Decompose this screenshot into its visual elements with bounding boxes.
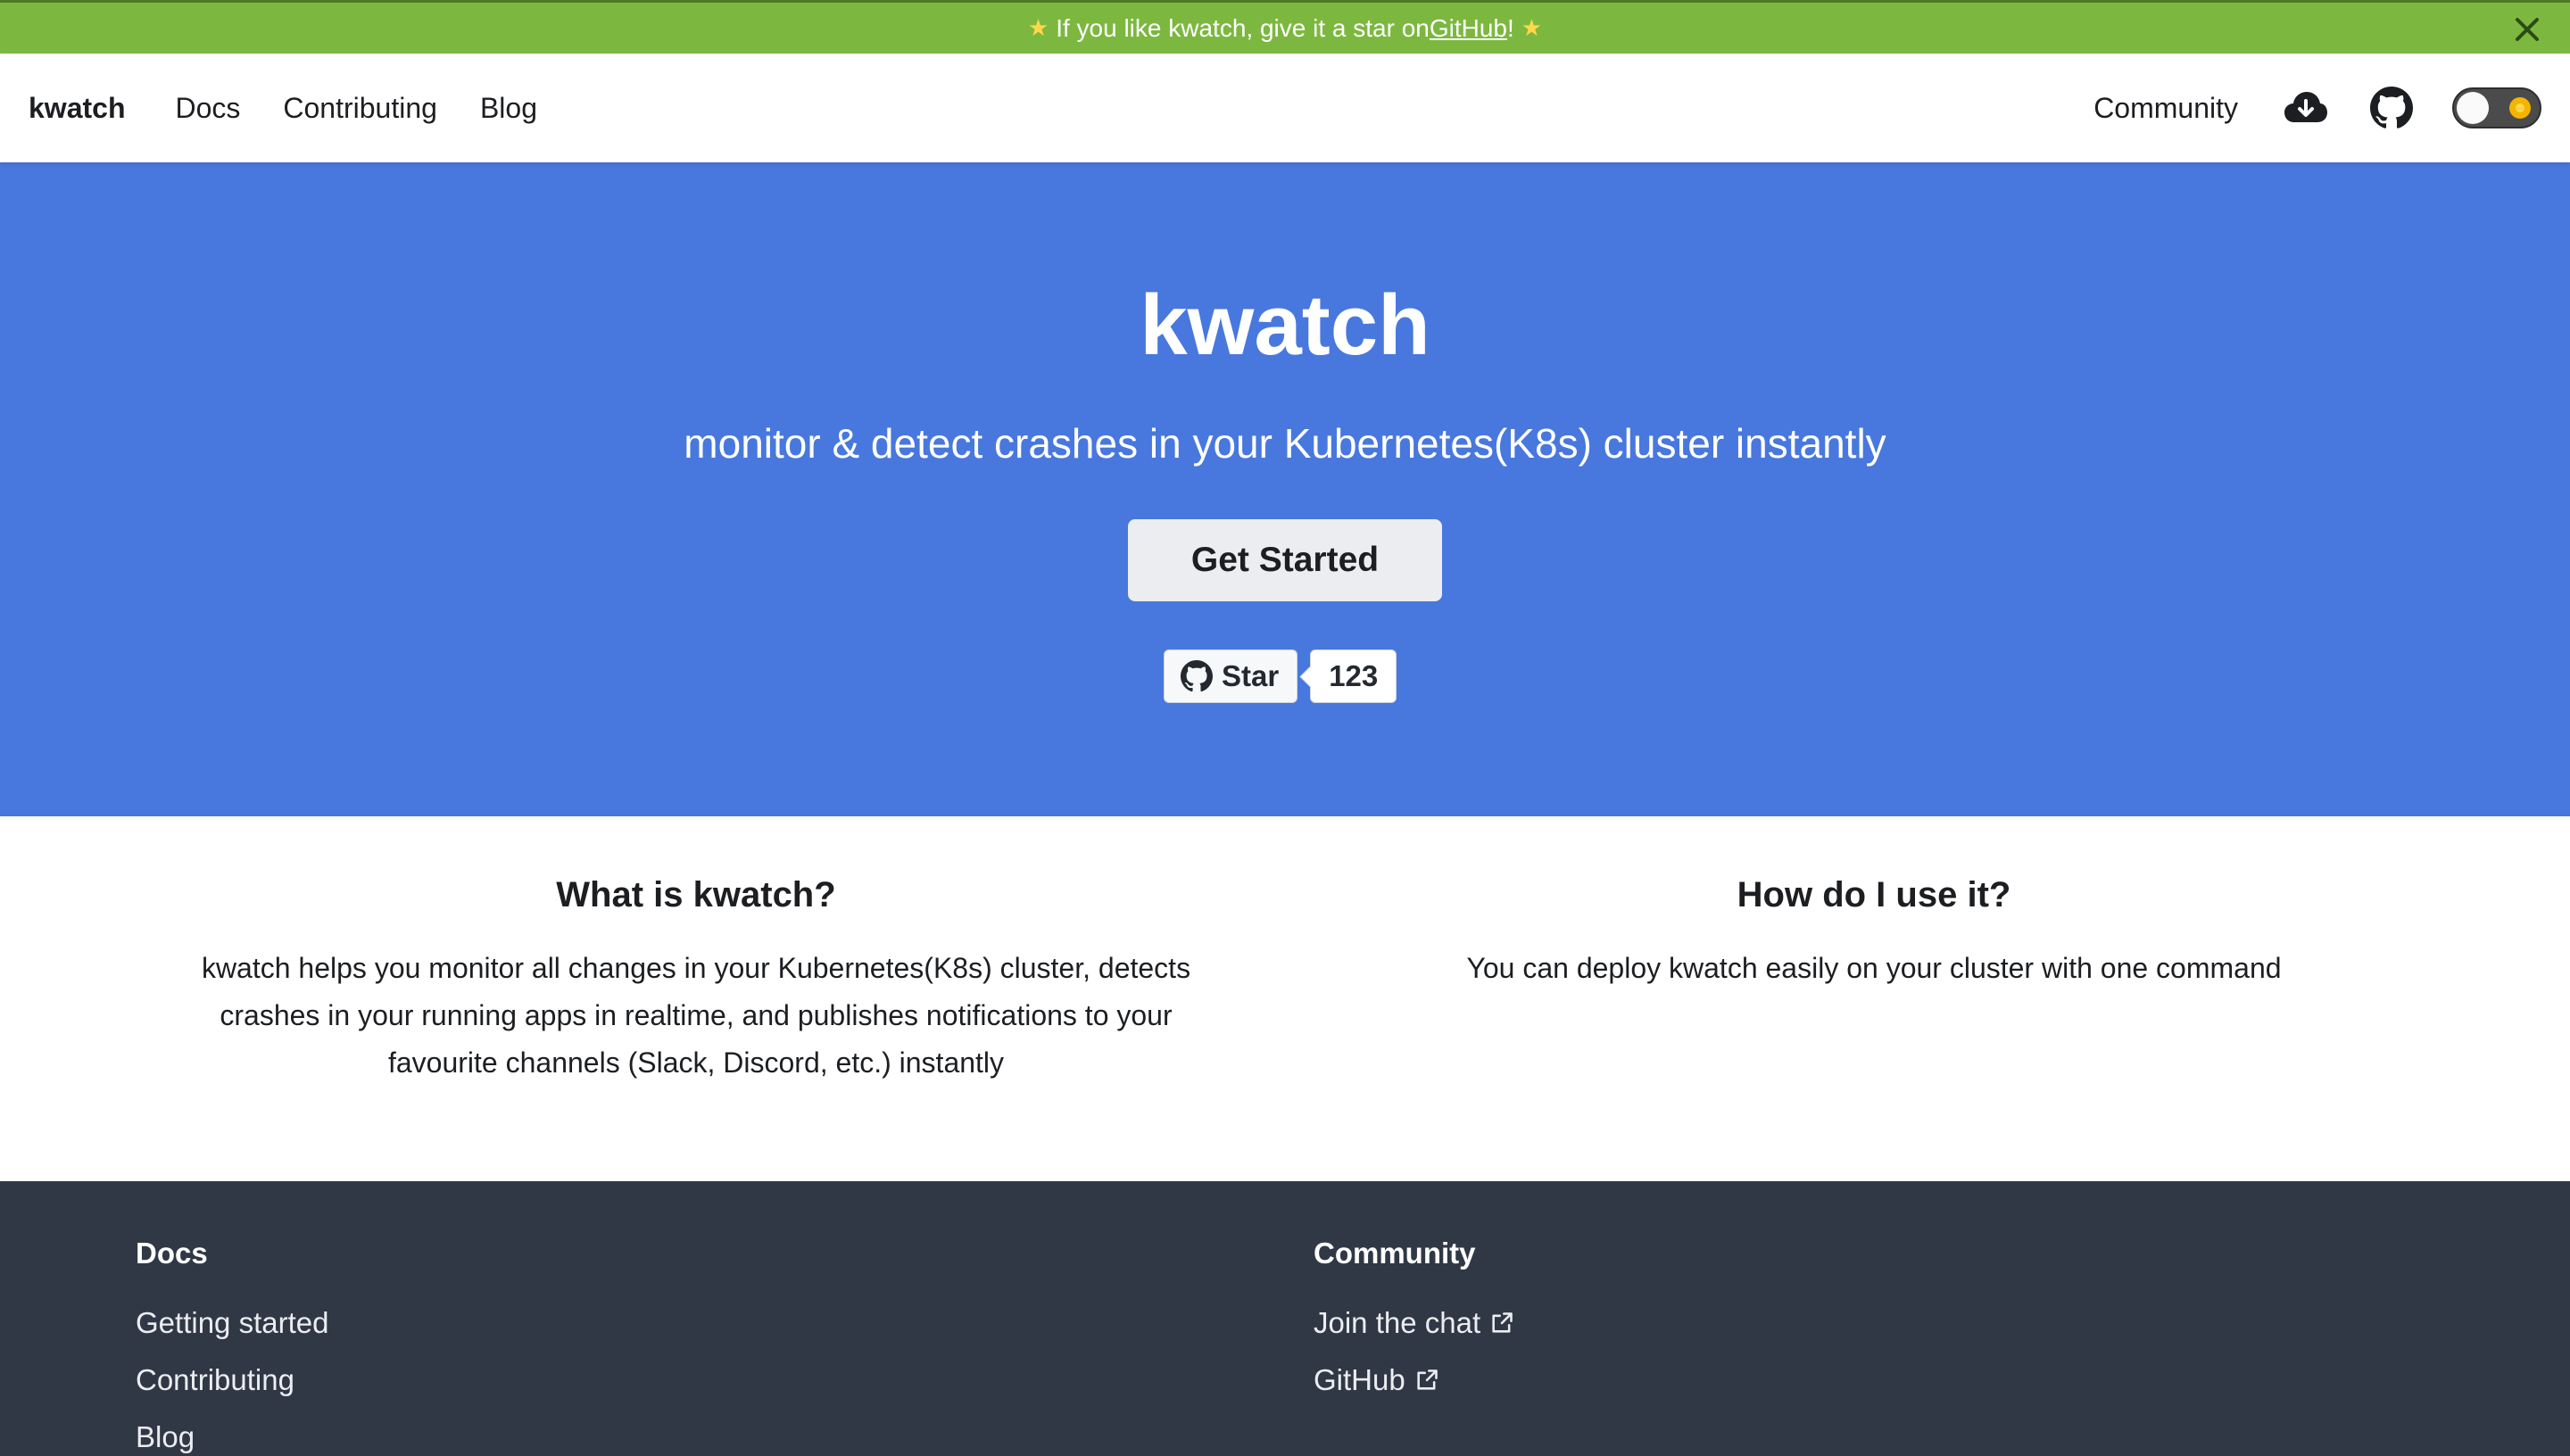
footer-link-label: Getting started (136, 1306, 329, 1339)
github-star-widget: Star 123 (1164, 649, 1397, 703)
footer-column-docs: Docs Getting started Contributing Blog (136, 1238, 328, 1456)
external-link-icon (1492, 1312, 1513, 1333)
feature-text: kwatch helps you monitor all changes in … (143, 945, 1249, 1087)
footer: Docs Getting started Contributing Blog C… (0, 1181, 2570, 1456)
feature-text-line: favourite channels (Slack, Discord, etc.… (387, 1046, 1005, 1079)
footer-column-community: Community Join the chat GitHub (1314, 1238, 1514, 1409)
feature-title: How do I use it? (1737, 875, 2011, 914)
footer-link-label: Join the chat (1314, 1306, 1481, 1339)
feature-what-is: What is kwatch? kwatch helps you monitor… (143, 816, 1249, 1087)
github-icon[interactable] (2367, 83, 2417, 133)
get-started-button[interactable]: Get Started (1128, 519, 1442, 601)
navbar-right: Community (2093, 83, 2541, 133)
announcement-suffix: ! (1507, 13, 1514, 42)
close-icon[interactable] (2511, 13, 2543, 46)
feature-text-line: kwatch helps you monitor all changes in … (201, 952, 1191, 984)
nav-link-docs[interactable]: Docs (175, 92, 240, 125)
features-section: What is kwatch? kwatch helps you monitor… (0, 816, 2570, 1181)
nav-link-contributing[interactable]: Contributing (283, 92, 437, 125)
toggle-knob (2457, 92, 2489, 124)
footer-title: Community (1314, 1237, 1476, 1270)
navbar: kwatch Docs Contributing Blog Community (0, 54, 2570, 162)
footer-title: Docs (136, 1237, 208, 1270)
feature-text: You can deploy kwatch easily on your clu… (1321, 945, 2427, 992)
brand-logo-text[interactable]: kwatch (29, 92, 125, 125)
feature-how-to-use: How do I use it? You can deploy kwatch e… (1321, 816, 2427, 992)
footer-link-blog[interactable]: Blog (136, 1409, 328, 1456)
hero-tagline: monitor & detect crashes in your Kuberne… (684, 420, 1886, 467)
star-icon: ★ (1027, 14, 1049, 41)
announcement-github-link[interactable]: GitHub (1430, 14, 1507, 43)
footer-link-getting-started[interactable]: Getting started (136, 1295, 328, 1352)
footer-link-join-chat[interactable]: Join the chat (1314, 1295, 1514, 1352)
star-count[interactable]: 123 (1310, 649, 1397, 703)
cloud-download-icon[interactable] (2281, 83, 2331, 133)
footer-link-github[interactable]: GitHub (1314, 1352, 1514, 1409)
footer-link-label: GitHub (1314, 1363, 1405, 1396)
nav-link-blog[interactable]: Blog (480, 92, 537, 125)
footer-link-contributing[interactable]: Contributing (136, 1352, 328, 1409)
sun-icon (2509, 97, 2531, 119)
footer-link-label: Blog (136, 1420, 195, 1453)
hero-banner: kwatch monitor & detect crashes in your … (0, 162, 2570, 816)
external-link-icon (1417, 1369, 1438, 1390)
dark-mode-toggle[interactable] (2452, 87, 2541, 128)
feature-text-line: You can deploy kwatch easily on your clu… (1466, 952, 2282, 984)
github-star-button[interactable]: Star (1164, 649, 1298, 703)
feature-title: What is kwatch? (556, 875, 836, 914)
nav-link-community[interactable]: Community (2093, 92, 2238, 125)
announcement-bar: ★ If you like kwatch, give it a star on … (0, 0, 2570, 54)
announcement-text: If you like kwatch, give it a star on (1056, 13, 1430, 42)
star-icon: ★ (1521, 14, 1543, 41)
feature-text-line: crashes in your running apps in realtime… (220, 999, 1173, 1031)
hero-title: kwatch (1140, 277, 1430, 373)
footer-link-label: Contributing (136, 1363, 294, 1396)
star-label: Star (1222, 659, 1280, 692)
github-icon (1181, 660, 1213, 692)
